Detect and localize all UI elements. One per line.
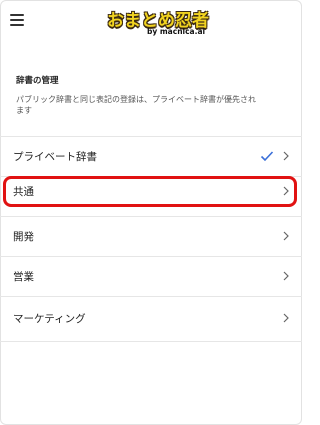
divider xyxy=(0,296,302,297)
checkmark-icon xyxy=(260,151,274,162)
chevron-right-icon xyxy=(283,313,289,323)
chevron-right-icon xyxy=(283,151,289,161)
app-frame xyxy=(0,0,302,425)
dictionary-label: 開発 xyxy=(13,230,34,243)
dictionary-row-sales[interactable]: 営業 xyxy=(0,256,302,296)
dictionary-label: マーケティング xyxy=(13,312,86,325)
logo-byline: by macnica.ai xyxy=(147,27,206,36)
dictionary-label: プライベート辞書 xyxy=(13,150,97,163)
dictionary-row-private[interactable]: プライベート辞書 xyxy=(0,136,302,176)
chevron-right-icon xyxy=(283,231,289,241)
dictionary-label: 共通 xyxy=(13,186,34,198)
dictionary-row-development[interactable]: 開発 xyxy=(0,216,302,256)
app-logo: おまとめ忍者 by macnica.ai xyxy=(107,6,227,40)
dictionary-row-marketing[interactable]: マーケティング xyxy=(0,298,302,338)
section-description: パブリック辞書と同じ表記の登録は、プライベート辞書が優先されます xyxy=(16,95,256,115)
divider xyxy=(0,341,302,342)
dictionary-row-common[interactable]: 共通 xyxy=(0,176,302,207)
chevron-right-icon xyxy=(283,271,289,281)
top-bar: おまとめ忍者 by macnica.ai xyxy=(0,0,302,44)
hamburger-menu-icon[interactable] xyxy=(10,13,26,27)
section-title: 辞書の管理 xyxy=(16,76,59,86)
chevron-right-icon xyxy=(283,186,289,196)
dictionary-label: 営業 xyxy=(13,270,34,283)
dictionary-management-section: 辞書の管理 パブリック辞書と同じ表記の登録は、プライベート辞書が優先されます xyxy=(16,74,286,116)
